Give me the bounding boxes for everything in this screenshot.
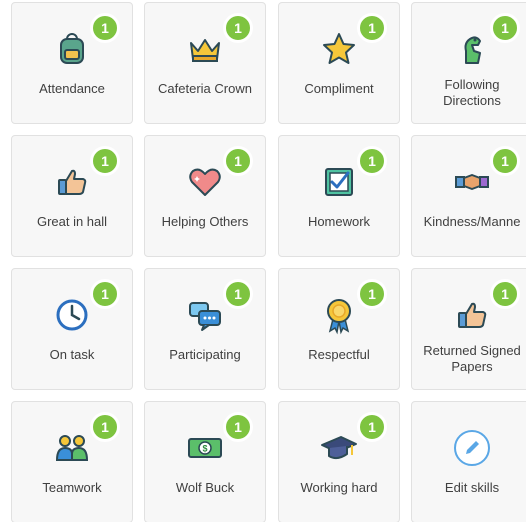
count-badge: 1 bbox=[90, 279, 120, 309]
edit-skills-button[interactable]: Edit skills bbox=[411, 401, 526, 522]
skill-card-following-directions[interactable]: 1 Following Directions bbox=[411, 2, 526, 124]
skill-label: Compliment bbox=[304, 81, 374, 96]
skill-label: Teamwork bbox=[42, 480, 102, 495]
handshake-icon bbox=[452, 162, 492, 202]
clock-icon bbox=[52, 295, 92, 335]
svg-text:$: $ bbox=[202, 444, 207, 454]
count-badge: 1 bbox=[357, 13, 387, 43]
count-badge: 1 bbox=[490, 279, 520, 309]
count-badge: 1 bbox=[490, 13, 520, 43]
count-badge: 1 bbox=[90, 13, 120, 43]
skill-card-working-hard[interactable]: 1 Working hard bbox=[278, 401, 400, 522]
skill-label: Working hard bbox=[300, 480, 378, 495]
skill-card-respectful[interactable]: 1 Respectful bbox=[278, 268, 400, 390]
count-badge: 1 bbox=[223, 279, 253, 309]
crown-icon bbox=[185, 29, 225, 69]
skill-label: Homework bbox=[307, 214, 371, 229]
skill-label: Wolf Buck bbox=[175, 480, 235, 495]
skill-label: Great in hall bbox=[36, 214, 108, 229]
skill-card-teamwork[interactable]: 1 Teamwork bbox=[11, 401, 133, 522]
skill-card-participating[interactable]: 1 Participating bbox=[144, 268, 266, 390]
dinosaur-icon bbox=[452, 29, 492, 69]
skill-card-returned-signed-papers[interactable]: 1 Returned Signed Papers bbox=[411, 268, 526, 390]
heart-icon bbox=[185, 162, 225, 202]
pencil-icon bbox=[452, 428, 492, 468]
count-badge: 1 bbox=[223, 13, 253, 43]
skill-label: Respectful bbox=[308, 347, 370, 362]
star-icon bbox=[319, 29, 359, 69]
skill-label: Following Directions bbox=[443, 77, 501, 108]
skill-card-cafeteria-crown[interactable]: 1 Cafeteria Crown bbox=[144, 2, 266, 124]
skill-label: Returned Signed Papers bbox=[423, 343, 521, 374]
count-badge: 1 bbox=[357, 146, 387, 176]
thumbs-up-icon bbox=[452, 295, 492, 335]
thumbs-up-icon bbox=[52, 162, 92, 202]
count-badge: 1 bbox=[490, 146, 520, 176]
checkbox-icon bbox=[319, 162, 359, 202]
count-badge: 1 bbox=[357, 279, 387, 309]
skill-card-wolf-buck[interactable]: 1 $ Wolf Buck bbox=[144, 401, 266, 522]
skill-card-compliment[interactable]: 1 Compliment bbox=[278, 2, 400, 124]
count-badge: 1 bbox=[223, 146, 253, 176]
skill-card-on-task[interactable]: 1 On task bbox=[11, 268, 133, 390]
graduation-cap-icon bbox=[319, 428, 359, 468]
skill-label: Cafeteria Crown bbox=[158, 81, 252, 96]
edit-skills-label: Edit skills bbox=[444, 480, 500, 495]
skill-label: Attendance bbox=[39, 81, 105, 96]
count-badge: 1 bbox=[223, 412, 253, 442]
skill-label: Helping Others bbox=[161, 214, 249, 229]
chat-bubbles-icon bbox=[185, 295, 225, 335]
skill-card-kindness-manners[interactable]: 1 Kindness/Manne bbox=[411, 135, 526, 257]
count-badge: 1 bbox=[90, 412, 120, 442]
skill-card-great-in-hall[interactable]: 1 Great in hall bbox=[11, 135, 133, 257]
skill-card-attendance[interactable]: 1 Attendance bbox=[11, 2, 133, 124]
skill-label: Kindness/Manne bbox=[423, 214, 521, 229]
count-badge: 1 bbox=[90, 146, 120, 176]
skill-label: Participating bbox=[169, 347, 241, 362]
skill-card-homework[interactable]: 1 Homework bbox=[278, 135, 400, 257]
skill-card-helping-others[interactable]: 1 Helping Others bbox=[144, 135, 266, 257]
count-badge: 1 bbox=[357, 412, 387, 442]
skill-label: On task bbox=[49, 347, 95, 362]
dollar-bill-icon: $ bbox=[185, 428, 225, 468]
skills-grid: 1 Attendance 1 Cafeteria Crown 1 Complim bbox=[0, 0, 526, 522]
team-people-icon bbox=[52, 428, 92, 468]
backpack-icon bbox=[52, 29, 92, 69]
award-medal-icon bbox=[319, 295, 359, 335]
